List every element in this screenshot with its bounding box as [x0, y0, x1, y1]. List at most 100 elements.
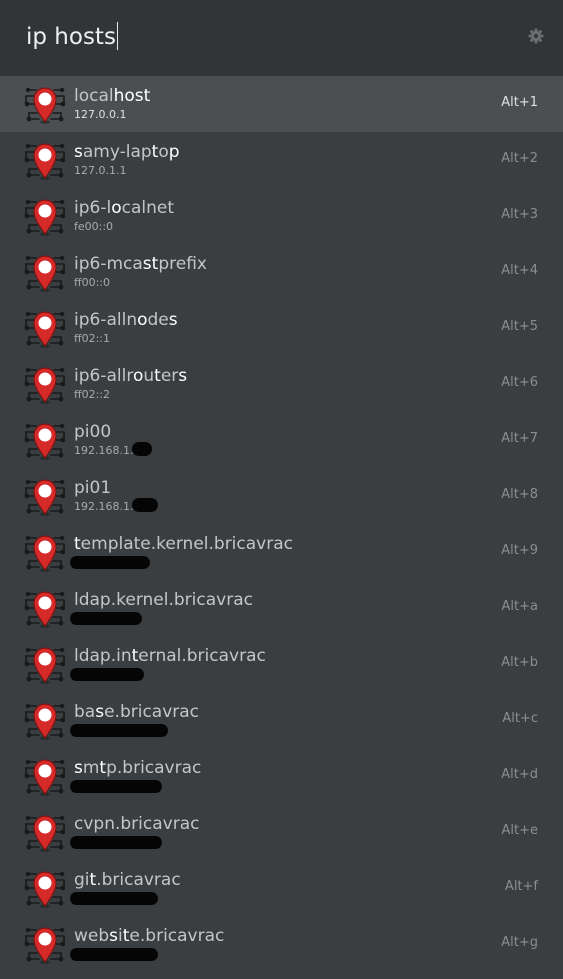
title-text: er [160, 366, 179, 386]
title-text: ip6-l [74, 198, 112, 218]
title-text: cvpn.bricavrac [74, 814, 200, 834]
title-text: ernal.bricavrac [138, 646, 266, 666]
title-match: s [74, 758, 83, 778]
keyboard-shortcut: Alt+g [501, 935, 538, 950]
launcher-window: ip hosts localhost 127.0.0.1 Alt+1 samy-lap… [0, 0, 563, 979]
map-pin-icon [24, 647, 66, 684]
result-row[interactable]: pi00 192.168.1. Alt+7 [0, 412, 563, 468]
title-match: host [113, 86, 151, 106]
title-text: de [147, 310, 169, 330]
title-text: emplate.kernel.bricavrac [80, 534, 293, 554]
map-pin-icon [24, 423, 66, 460]
map-pin-icon [24, 479, 66, 516]
result-address: ff00::0 [74, 276, 110, 289]
result-row[interactable]: ip6-localnet fe00::0 Alt+3 [0, 188, 563, 244]
result-title: website.bricavrac [74, 925, 224, 947]
map-pin-icon [24, 143, 66, 180]
redaction-mark [70, 724, 168, 737]
result-title: template.kernel.bricavrac [74, 533, 293, 555]
keyboard-shortcut: Alt+7 [501, 431, 538, 446]
result-address: 127.0.0.1 [74, 108, 127, 121]
results-list: localhost 127.0.0.1 Alt+1 samy-laptop 127.0.… [0, 76, 563, 972]
title-match: o [111, 198, 122, 218]
title-match: o [137, 310, 148, 330]
search-input[interactable]: ip hosts [26, 20, 119, 54]
keyboard-shortcut: Alt+1 [501, 95, 538, 110]
keyboard-shortcut: Alt+a [501, 599, 538, 614]
result-address: 192.168.1. [74, 444, 134, 457]
title-text: u [143, 366, 155, 386]
result-row[interactable]: smtp.bricavrac Alt+d [0, 748, 563, 804]
title-text: m [82, 758, 100, 778]
keyboard-shortcut: Alt+6 [501, 375, 538, 390]
keyboard-shortcut: Alt+2 [501, 151, 538, 166]
title-match: s [95, 702, 105, 722]
result-row[interactable]: localhost 127.0.0.1 Alt+1 [0, 76, 563, 132]
keyboard-shortcut: Alt+d [501, 767, 538, 782]
result-address: fe00::0 [74, 220, 114, 233]
title-text: ip6-allr [74, 366, 133, 386]
result-title: base.bricavrac [74, 701, 199, 723]
title-match: st [142, 254, 159, 274]
search-bar[interactable]: ip hosts [0, 0, 563, 76]
redaction-mark [70, 948, 158, 961]
title-match: s [178, 366, 188, 386]
result-row[interactable]: ldap.kernel.bricavrac Alt+a [0, 580, 563, 636]
title-text: web [74, 926, 110, 946]
result-title: git.bricavrac [74, 869, 181, 891]
result-row[interactable]: ip6-allrouters ff02::2 Alt+6 [0, 356, 563, 412]
result-row[interactable]: samy-laptop 127.0.1.1 Alt+2 [0, 132, 563, 188]
result-address: ff02::1 [74, 332, 110, 345]
map-pin-icon [24, 591, 66, 628]
search-query: ip hosts [26, 24, 116, 50]
text-caret [116, 22, 119, 50]
title-text: o [158, 142, 169, 162]
map-pin-icon [24, 927, 66, 964]
keyboard-shortcut: Alt+3 [501, 207, 538, 222]
result-title: ip6-localnet [74, 197, 174, 219]
result-address: ff02::2 [74, 388, 110, 401]
result-row[interactable]: pi01 192.168.1. Alt+8 [0, 468, 563, 524]
title-text: prefix [158, 254, 207, 274]
title-text: ip6-mca [74, 254, 143, 274]
result-title: localhost [74, 85, 150, 107]
result-row[interactable]: cvpn.bricavrac Alt+e [0, 804, 563, 860]
map-pin-icon [24, 703, 66, 740]
redaction-mark [70, 836, 162, 849]
gear-icon[interactable] [528, 28, 544, 44]
title-text: ldap.kernel.bricavrac [74, 590, 253, 610]
keyboard-shortcut: Alt+e [501, 823, 539, 838]
title-match: s [74, 142, 83, 162]
result-row[interactable]: ip6-allnodes ff02::1 Alt+5 [0, 300, 563, 356]
redaction-mark [70, 892, 158, 905]
keyboard-shortcut: Alt+c [502, 711, 538, 726]
result-title: ip6-allrouters [74, 365, 187, 387]
result-title: ip6-allnodes [74, 309, 178, 331]
result-row[interactable]: template.kernel.bricavrac Alt+9 [0, 524, 563, 580]
result-row[interactable]: base.bricavrac Alt+c [0, 692, 563, 748]
title-text: pi01 [74, 478, 112, 498]
result-title: smtp.bricavrac [74, 757, 201, 779]
result-title: ldap.internal.bricavrac [74, 645, 266, 667]
result-title: pi01 [74, 477, 111, 499]
redaction-mark [132, 442, 152, 456]
result-title: cvpn.bricavrac [74, 813, 199, 835]
title-text: e.bricavrac [104, 702, 200, 722]
title-text: ldap.in [74, 646, 132, 666]
title-text: .bricavrac [96, 870, 181, 890]
keyboard-shortcut: Alt+8 [501, 487, 538, 502]
map-pin-icon [24, 535, 66, 572]
result-row[interactable]: ldap.internal.bricavrac Alt+b [0, 636, 563, 692]
result-row[interactable]: website.bricavrac Alt+g [0, 916, 563, 972]
result-address: 192.168.1. [74, 500, 134, 513]
title-text: calnet [121, 198, 174, 218]
map-pin-icon [24, 367, 66, 404]
title-match: t [154, 366, 161, 386]
title-text: ip6-alln [74, 310, 138, 330]
redaction-mark [70, 668, 144, 681]
result-title: ldap.kernel.bricavrac [74, 589, 253, 611]
result-row[interactable]: git.bricavrac Alt+f [0, 860, 563, 916]
redaction-mark [70, 780, 162, 793]
result-row[interactable]: ip6-mcastprefix ff00::0 Alt+4 [0, 244, 563, 300]
map-pin-icon [24, 199, 66, 236]
